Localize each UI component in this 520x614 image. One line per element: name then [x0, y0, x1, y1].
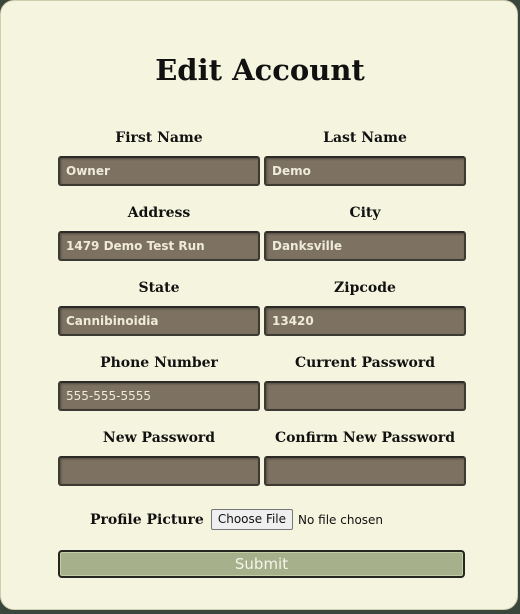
profile-picture-label: Profile Picture: [90, 511, 204, 528]
new-password-label: New Password: [102, 430, 216, 446]
current-password-group: Current Password: [264, 354, 466, 411]
first-name-group: First Name: [58, 129, 260, 186]
current-password-input[interactable]: [264, 381, 466, 411]
address-input[interactable]: [58, 231, 260, 261]
phone-input[interactable]: [58, 381, 260, 411]
state-label: State: [138, 280, 180, 296]
zipcode-input[interactable]: [264, 306, 466, 336]
address-group: Address: [58, 204, 260, 261]
confirm-password-group: Confirm New Password: [264, 429, 466, 486]
city-input[interactable]: [264, 231, 466, 261]
dialog-title: Edit Account: [155, 53, 365, 87]
phone-label: Phone Number: [100, 355, 218, 371]
last-name-input[interactable]: [264, 156, 466, 186]
address-label: Address: [127, 205, 191, 221]
profile-picture-group: Profile Picture Choose File No file chos…: [90, 509, 383, 530]
first-name-input[interactable]: [58, 156, 260, 186]
zipcode-label: Zipcode: [334, 280, 396, 296]
new-password-input[interactable]: [58, 456, 260, 486]
state-input[interactable]: [58, 306, 260, 336]
phone-group: Phone Number: [58, 354, 260, 411]
new-password-group: New Password: [58, 429, 260, 486]
first-name-label: First Name: [115, 130, 203, 146]
file-status-text: No file chosen: [298, 512, 384, 527]
city-label: City: [349, 205, 381, 221]
zipcode-group: Zipcode: [264, 279, 466, 336]
current-password-label: Current Password: [294, 355, 436, 371]
last-name-label: Last Name: [323, 130, 407, 146]
last-name-group: Last Name: [264, 129, 466, 186]
state-group: State: [58, 279, 260, 336]
confirm-password-input[interactable]: [264, 456, 466, 486]
edit-account-dialog: Edit Account First Name Last Name Addres…: [0, 0, 518, 610]
city-group: City: [264, 204, 466, 261]
choose-file-button[interactable]: Choose File: [210, 509, 294, 530]
confirm-password-label: Confirm New Password: [274, 430, 456, 446]
submit-button[interactable]: Submit: [58, 550, 465, 578]
